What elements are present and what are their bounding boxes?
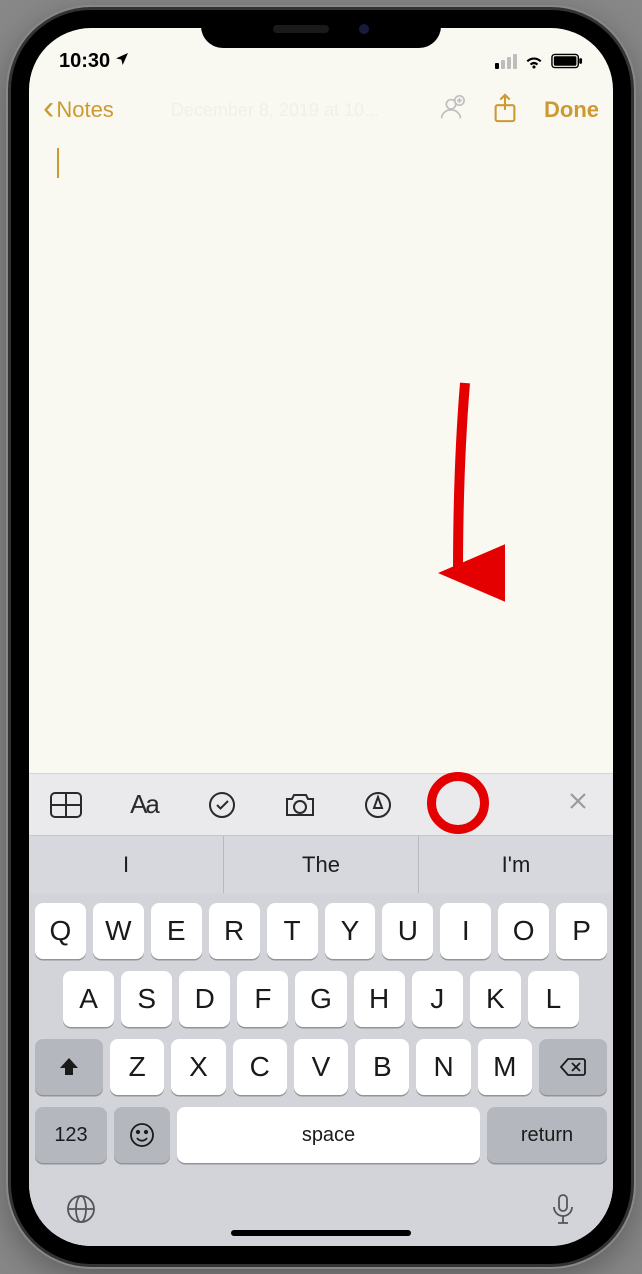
- notch: [201, 10, 441, 48]
- key-numbers[interactable]: 123: [35, 1107, 107, 1163]
- note-editor[interactable]: [29, 138, 613, 773]
- predictive-bar: I The I'm: [29, 835, 613, 893]
- key-g[interactable]: G: [295, 971, 346, 1027]
- key-h[interactable]: H: [354, 971, 405, 1027]
- key-shift[interactable]: [35, 1039, 103, 1095]
- key-v[interactable]: V: [294, 1039, 348, 1095]
- predictive-suggestion-3[interactable]: I'm: [419, 836, 613, 893]
- key-emoji[interactable]: [114, 1107, 170, 1163]
- key-w[interactable]: W: [93, 903, 144, 959]
- checklist-icon[interactable]: [205, 788, 239, 822]
- share-icon[interactable]: [492, 93, 518, 128]
- key-d[interactable]: D: [179, 971, 230, 1027]
- markup-icon[interactable]: [361, 788, 395, 822]
- key-t[interactable]: T: [267, 903, 318, 959]
- status-time: 10:30: [59, 50, 110, 73]
- globe-icon[interactable]: [65, 1193, 97, 1232]
- key-m[interactable]: M: [478, 1039, 532, 1095]
- done-button[interactable]: Done: [544, 97, 599, 123]
- location-icon: [114, 50, 130, 73]
- screen: 10:30 ‹ Notes: [29, 28, 613, 1246]
- key-y[interactable]: Y: [325, 903, 376, 959]
- key-z[interactable]: Z: [110, 1039, 164, 1095]
- table-icon[interactable]: [49, 788, 83, 822]
- navigation-bar: ‹ Notes December 8, 2019 at 10... Done: [29, 82, 613, 138]
- camera-icon[interactable]: [283, 788, 317, 822]
- key-j[interactable]: J: [412, 971, 463, 1027]
- collaborate-icon[interactable]: [436, 93, 466, 128]
- key-return[interactable]: return: [487, 1107, 607, 1163]
- key-space[interactable]: space: [177, 1107, 480, 1163]
- key-o[interactable]: O: [498, 903, 549, 959]
- text-cursor: [57, 148, 59, 178]
- dictation-icon[interactable]: [549, 1193, 577, 1232]
- device-frame: 10:30 ‹ Notes: [11, 10, 631, 1264]
- key-s[interactable]: S: [121, 971, 172, 1027]
- key-q[interactable]: Q: [35, 903, 86, 959]
- formatting-toolbar: Aa: [29, 773, 613, 835]
- annotation-arrow: [425, 378, 505, 608]
- key-i[interactable]: I: [440, 903, 491, 959]
- wifi-icon: [523, 53, 545, 69]
- key-delete[interactable]: [539, 1039, 607, 1095]
- text-format-icon[interactable]: Aa: [127, 788, 161, 822]
- key-b[interactable]: B: [355, 1039, 409, 1095]
- key-u[interactable]: U: [382, 903, 433, 959]
- key-l[interactable]: L: [528, 971, 579, 1027]
- key-x[interactable]: X: [171, 1039, 225, 1095]
- back-label: Notes: [56, 97, 113, 123]
- keyboard: Q W E R T Y U I O P A S D F G H J K L: [29, 893, 613, 1246]
- key-c[interactable]: C: [233, 1039, 287, 1095]
- key-a[interactable]: A: [63, 971, 114, 1027]
- key-n[interactable]: N: [416, 1039, 470, 1095]
- key-e[interactable]: E: [151, 903, 202, 959]
- cellular-signal-icon: [495, 54, 517, 69]
- toolbar-close-button[interactable]: [563, 790, 593, 819]
- key-r[interactable]: R: [209, 903, 260, 959]
- predictive-suggestion-2[interactable]: The: [223, 836, 419, 893]
- key-f[interactable]: F: [237, 971, 288, 1027]
- predictive-suggestion-1[interactable]: I: [29, 836, 223, 893]
- key-k[interactable]: K: [470, 971, 521, 1027]
- key-p[interactable]: P: [556, 903, 607, 959]
- back-button[interactable]: ‹ Notes: [43, 95, 114, 125]
- home-indicator[interactable]: [231, 1230, 411, 1236]
- battery-icon: [551, 53, 583, 69]
- chevron-left-icon: ‹: [43, 91, 54, 125]
- annotation-highlight-circle: [427, 772, 489, 834]
- note-date-ghost: December 8, 2019 at 10...: [122, 100, 428, 121]
